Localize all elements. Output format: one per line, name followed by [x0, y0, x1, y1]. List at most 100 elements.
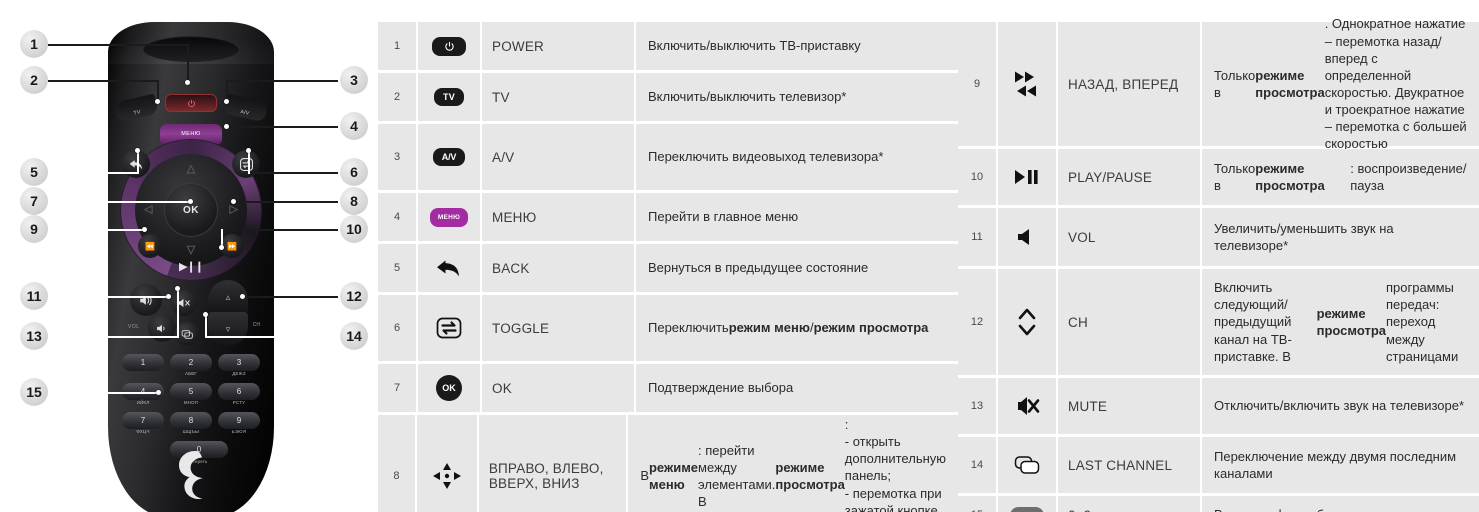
key-5-sub: МНОП — [183, 400, 199, 405]
leader-line-5 — [48, 172, 138, 174]
leader-line-5b — [137, 150, 139, 174]
callout-2[interactable]: 2 — [20, 66, 48, 94]
callout-6-label: 6 — [350, 164, 358, 180]
row-icon-cell: TV — [418, 73, 480, 121]
callout-1-label: 1 — [30, 36, 38, 52]
remote-last-channel-button[interactable] — [175, 322, 199, 346]
row-number: 15 — [958, 496, 996, 512]
remote-key-2[interactable]: 2 — [170, 354, 212, 371]
row-icon-cell: OK — [418, 364, 480, 412]
table-row: 4 МЕНЮ МЕНЮ Перейти в главное меню — [378, 193, 958, 241]
callout-1[interactable]: 1 — [20, 30, 48, 58]
toggle-icon — [436, 317, 462, 339]
row-button-name: VOL — [1058, 208, 1200, 266]
row-button-name: MUTE — [1058, 378, 1200, 434]
key-5-digit: 5 — [188, 387, 194, 396]
leader-dot-4 — [224, 124, 229, 129]
leader-dot-10 — [219, 245, 224, 250]
remote-key-6[interactable]: 6 — [218, 383, 260, 400]
remote-key-3[interactable]: 3 — [218, 354, 260, 371]
row-icon-cell — [998, 208, 1056, 266]
remote-rewind-button[interactable]: ⏪ — [138, 234, 162, 258]
row-description: Увеличить/уменьшить звук на телевизоре* — [1202, 208, 1479, 266]
remote-key-5[interactable]: 5 — [170, 383, 212, 400]
remote-key-1[interactable]: 1 — [122, 354, 164, 371]
row-number: 14 — [958, 437, 996, 493]
leader-dot-11 — [166, 294, 171, 299]
leader-dot-13 — [175, 286, 180, 291]
callout-9[interactable]: 9 — [20, 215, 48, 243]
row-button-name: CH — [1058, 269, 1200, 375]
key-8-digit: 8 — [188, 416, 194, 425]
remote-key-9[interactable]: 9 — [218, 412, 260, 429]
remote-playpause-button[interactable]: ▶❙❙ — [179, 260, 204, 273]
callout-13-label: 13 — [26, 328, 42, 344]
row-number: 12 — [958, 269, 996, 375]
menu-icon: МЕНЮ — [430, 207, 468, 227]
remote-volume-down-button[interactable] — [148, 314, 176, 342]
mute-icon — [1014, 395, 1040, 417]
remote-mute-button[interactable] — [171, 290, 197, 316]
remote-channel-down-button[interactable]: ▿ — [208, 312, 248, 346]
remote-dpad-up-icon[interactable]: △ — [187, 164, 195, 175]
remote-ok-button[interactable]: OK — [164, 183, 218, 237]
callout-4[interactable]: 4 — [340, 112, 368, 140]
row-description: Перейти в главное меню — [636, 193, 958, 241]
callout-10[interactable]: 10 — [340, 215, 368, 243]
leader-dot-14 — [203, 312, 208, 317]
remote-dpad-left-icon[interactable]: ◁ — [144, 204, 152, 216]
callout-5[interactable]: 5 — [20, 158, 48, 186]
row-button-name: ВПРАВО, ВЛЕВО, ВВЕРХ, ВНИЗ — [478, 415, 627, 512]
key-3-sub: ДЕЖЗ — [232, 371, 246, 376]
remote-back-button[interactable] — [122, 150, 150, 178]
callout-15-label: 15 — [26, 384, 42, 400]
callout-6[interactable]: 6 — [340, 158, 368, 186]
remote-dpad-down-icon[interactable]: ▽ — [187, 245, 195, 256]
callout-14[interactable]: 14 — [340, 322, 368, 350]
row-description: Включить следующий/ предыдущий канал на … — [1202, 269, 1479, 375]
callout-11[interactable]: 11 — [20, 282, 48, 310]
callout-7[interactable]: 7 — [20, 187, 48, 215]
key-7-digit: 7 — [140, 416, 146, 425]
callout-13[interactable]: 13 — [20, 322, 48, 350]
row-description: Вернуться в предыдущее состояние — [636, 244, 958, 292]
leader-line-11 — [48, 296, 168, 298]
remote-volume-up-button[interactable] — [130, 284, 162, 316]
row-button-name: TV — [482, 73, 634, 121]
remote-key-8[interactable]: 8 — [170, 412, 212, 429]
table-row: 7 OK OK Подтверждение выбора — [378, 364, 958, 412]
remote-key-7[interactable]: 7 — [122, 412, 164, 429]
row-description: В режиме меню: перейти между элементами.… — [628, 415, 959, 512]
play-pause-icon — [1014, 169, 1040, 185]
remote-power-button[interactable] — [165, 94, 217, 112]
leader-dot-12 — [240, 294, 245, 299]
callout-8[interactable]: 8 — [340, 187, 368, 215]
row-button-name: МЕНЮ — [482, 193, 634, 241]
table-row: 13 MUTE Отключить/включить звук на телев… — [958, 378, 1479, 434]
callout-12[interactable]: 12 — [340, 282, 368, 310]
remote-toggle-button[interactable] — [232, 150, 260, 178]
row-description: Только в режиме просмотра. Однократное н… — [1202, 16, 1479, 151]
row-button-name: 0..9 — [1058, 496, 1200, 512]
last-channel-icon — [181, 329, 193, 339]
remote-menu-label: МЕНЮ — [181, 131, 201, 137]
callout-3[interactable]: 3 — [340, 66, 368, 94]
leader-dot-1 — [185, 80, 190, 85]
tv-icon: TV — [434, 88, 464, 106]
remote-ch-label: CH — [252, 322, 260, 328]
mute-icon — [178, 298, 190, 308]
remote-top-notch — [143, 36, 239, 62]
table-row: 3 A/V A/V Переключить видеовыход телевиз… — [378, 124, 958, 190]
callout-15[interactable]: 15 — [20, 378, 48, 406]
remote-tv-button[interactable]: TV — [113, 93, 159, 123]
remote-av-button[interactable]: A/V — [223, 93, 269, 123]
leader-dot-8 — [231, 199, 236, 204]
callout-12-label: 12 — [346, 288, 362, 304]
volume-icon — [1015, 228, 1039, 246]
leader-dot-9 — [142, 227, 147, 232]
remote-dpad-right-icon[interactable]: ▷ — [230, 204, 238, 216]
toggle-icon — [239, 157, 253, 171]
callout-14-label: 14 — [346, 328, 362, 344]
row-icon-cell — [998, 149, 1056, 205]
row-number: 8 — [378, 415, 415, 512]
